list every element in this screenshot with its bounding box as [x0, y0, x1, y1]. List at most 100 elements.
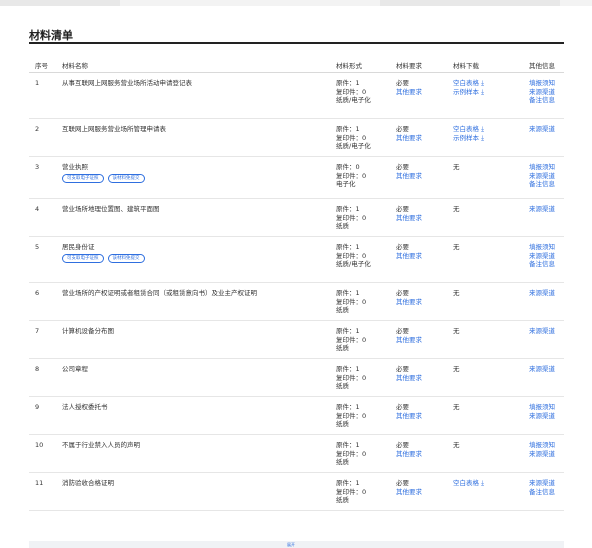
- row-number: 6: [35, 289, 40, 297]
- no-download-text: 无: [453, 403, 460, 411]
- material-download: 无: [453, 403, 460, 412]
- other-requirements-link[interactable]: 其他要求: [396, 374, 422, 383]
- material-form: 原件：1 复印件：0 纸质: [336, 441, 366, 467]
- form-line: 原件：1: [336, 79, 360, 87]
- material-name: 互联网上网服务营业场所管理申请表: [62, 125, 166, 133]
- form-line: 原件：1: [336, 327, 360, 335]
- form-line: 复印件：0: [336, 133, 367, 142]
- other-info-link[interactable]: 备注信息: [529, 488, 555, 497]
- material-requirement: 必要 其他要求: [396, 205, 422, 222]
- other-info-link[interactable]: 来源渠道: [529, 289, 555, 298]
- other-info-link[interactable]: 来源渠道: [529, 365, 555, 374]
- material-form: 原件：1 复印件：0 纸质: [336, 327, 366, 353]
- form-line: 原件：1: [336, 289, 360, 297]
- material-form: 原件：1 复印件：0 纸质: [336, 205, 366, 231]
- header-download: 材料下载: [453, 62, 479, 70]
- other-requirements-link[interactable]: 其他要求: [396, 252, 422, 261]
- other-info-link[interactable]: 备注信息: [529, 180, 555, 189]
- requirement-label: 必要: [396, 79, 409, 87]
- material-name-cell: 营业场所的产权证明或者租赁合同（或租赁意向书）及业主产权证明: [62, 289, 332, 298]
- other-info-link[interactable]: 来源渠道: [529, 327, 555, 336]
- form-line: 纸质/电子化: [336, 260, 371, 268]
- other-info-link[interactable]: 填报须知: [529, 441, 555, 450]
- material-tag[interactable]: 可支取电子证照: [62, 253, 104, 263]
- tag-group: 可支取电子证照 该材料免提交: [62, 253, 332, 263]
- requirement-label: 必要: [396, 125, 409, 133]
- blank-form-download-link[interactable]: 空白表格 ⤓: [453, 79, 484, 88]
- form-line: 原件：1: [336, 403, 360, 411]
- expand-bar[interactable]: 展开: [29, 541, 564, 548]
- material-requirement: 必要 其他要求: [396, 479, 422, 496]
- other-requirements-link[interactable]: 其他要求: [396, 336, 422, 345]
- material-other-info: 来源渠道: [529, 125, 555, 134]
- other-info-link[interactable]: 来源渠道: [529, 172, 555, 181]
- other-info-link[interactable]: 备注信息: [529, 260, 555, 269]
- other-requirements-link[interactable]: 其他要求: [396, 88, 422, 97]
- material-tag[interactable]: 可支取电子证照: [62, 173, 104, 183]
- material-name-cell: 消防验收合格证明: [62, 479, 332, 488]
- material-requirement: 必要 其他要求: [396, 243, 422, 260]
- material-name-cell: 营业场所地理位置图、建筑平面图: [62, 205, 332, 214]
- material-name: 营业执照: [62, 163, 88, 171]
- material-other-info: 来源渠道: [529, 365, 555, 374]
- blank-form-download-link[interactable]: 空白表格 ⤓: [453, 125, 484, 134]
- other-info-link[interactable]: 来源渠道: [529, 205, 555, 214]
- form-line: 复印件：0: [336, 487, 367, 496]
- material-download: 空白表格 ⤓: [453, 479, 484, 488]
- material-name: 公司章程: [62, 365, 88, 373]
- requirement-label: 必要: [396, 289, 409, 297]
- material-name: 从事互联网上网服务营业场所活动申请登记表: [62, 79, 192, 87]
- other-info-link[interactable]: 填报须知: [529, 243, 555, 252]
- row-number: 3: [35, 163, 40, 171]
- other-info-link[interactable]: 来源渠道: [529, 88, 555, 97]
- other-info-link[interactable]: 来源渠道: [529, 125, 555, 134]
- other-info-link[interactable]: 来源渠道: [529, 252, 555, 261]
- other-info-link[interactable]: 填报须知: [529, 163, 555, 172]
- material-download: 无: [453, 289, 460, 298]
- form-line: 纸质: [336, 382, 349, 390]
- top-strip: [0, 0, 592, 6]
- requirement-label: 必要: [396, 327, 409, 335]
- form-line: 复印件：0: [336, 297, 367, 306]
- material-tag[interactable]: 该材料免提交: [107, 173, 145, 183]
- material-name-cell: 从事互联网上网服务营业场所活动申请登记表: [62, 79, 332, 88]
- other-requirements-link[interactable]: 其他要求: [396, 298, 422, 307]
- other-info-link[interactable]: 来源渠道: [529, 450, 555, 459]
- form-line: 复印件：0: [336, 411, 367, 420]
- other-info-link[interactable]: 来源渠道: [529, 479, 555, 488]
- other-requirements-link[interactable]: 其他要求: [396, 488, 422, 497]
- other-requirements-link[interactable]: 其他要求: [396, 172, 422, 181]
- other-info-link[interactable]: 填报须知: [529, 79, 555, 88]
- other-info-link[interactable]: 备注信息: [529, 96, 555, 105]
- material-other-info: 填报须知 来源渠道 备注信息: [529, 79, 555, 105]
- row-number: 8: [35, 365, 40, 373]
- material-requirement: 必要 其他要求: [396, 289, 422, 306]
- material-name: 不属于行业禁入人员的声明: [62, 441, 140, 449]
- table-row: 10 不属于行业禁入人员的声明 原件：1 复印件：0 纸质 必要 其他要求 无 填报须知 来源渠道: [29, 435, 564, 473]
- form-line: 原件：1: [336, 125, 360, 133]
- material-requirement: 必要 其他要求: [396, 79, 422, 96]
- other-info-link[interactable]: 填报须知: [529, 403, 555, 412]
- material-name-cell: 计算机设备分布图: [62, 327, 332, 336]
- no-download-text: 无: [453, 163, 460, 171]
- requirement-label: 必要: [396, 441, 409, 449]
- sample-download-link[interactable]: 示例样本 ⤓: [453, 134, 484, 143]
- top-tab-right: [380, 0, 560, 6]
- blank-form-download-link[interactable]: 空白表格 ⤓: [453, 479, 484, 488]
- table-row: 1 从事互联网上网服务营业场所活动申请登记表 原件：1 复印件：0 纸质/电子化 必要 其他…: [29, 73, 564, 119]
- form-line: 原件：1: [336, 479, 360, 487]
- sample-download-link[interactable]: 示例样本 ⤓: [453, 88, 484, 97]
- other-info-link[interactable]: 来源渠道: [529, 412, 555, 421]
- other-requirements-link[interactable]: 其他要求: [396, 450, 422, 459]
- other-requirements-link[interactable]: 其他要求: [396, 134, 422, 143]
- no-download-text: 无: [453, 205, 460, 213]
- form-line: 电子化: [336, 180, 356, 188]
- form-line: 纸质: [336, 458, 349, 466]
- requirement-label: 必要: [396, 205, 409, 213]
- other-requirements-link[interactable]: 其他要求: [396, 412, 422, 421]
- material-form: 原件：1 复印件：0 纸质/电子化: [336, 243, 371, 269]
- other-requirements-link[interactable]: 其他要求: [396, 214, 422, 223]
- expand-link[interactable]: 展开: [287, 542, 295, 548]
- table-row: 9 法人授权委托书 原件：1 复印件：0 纸质 必要 其他要求 无 填报须知 来源渠道: [29, 397, 564, 435]
- material-tag[interactable]: 该材料免提交: [107, 253, 145, 263]
